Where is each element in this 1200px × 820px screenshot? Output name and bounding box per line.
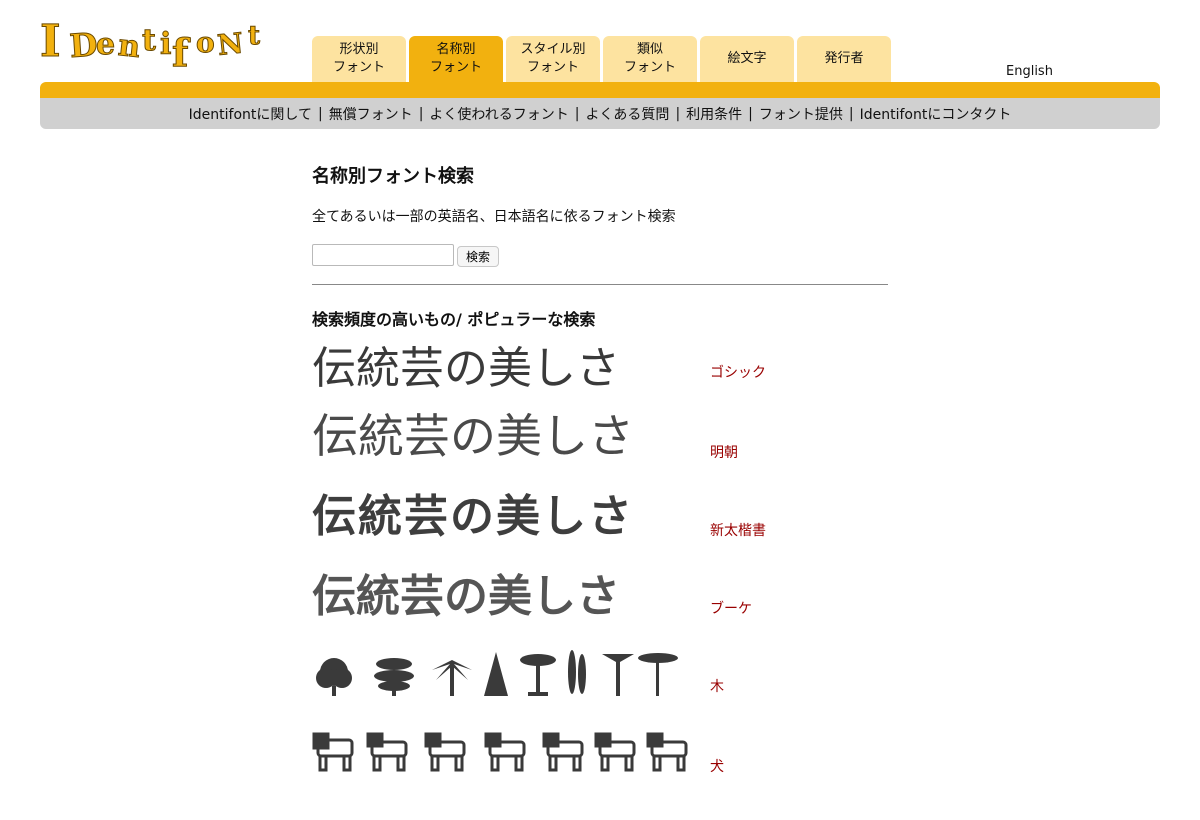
accent-bar <box>40 82 1160 98</box>
tab-similar[interactable]: 類似 フォント <box>603 36 697 82</box>
popular-link-tree[interactable]: 木 <box>710 676 724 696</box>
svg-text:t: t <box>248 21 260 51</box>
dog-icon <box>594 732 636 772</box>
dog-icon <box>542 732 584 772</box>
acacia-tree-icon <box>638 653 678 696</box>
nav-separator: | <box>317 105 323 122</box>
nav-separator: | <box>675 105 681 122</box>
svg-text:I: I <box>40 16 61 67</box>
tree-icon <box>602 654 634 696</box>
sample-mincho[interactable]: 伝統芸の美しさ <box>312 408 692 464</box>
nav-terms[interactable]: 利用条件 <box>686 104 742 124</box>
tab-label: フォント <box>332 60 385 75</box>
nav-contact[interactable]: Identifontにコンタクト <box>860 104 1012 124</box>
identifont-logo[interactable]: I D e n t i f o N t <box>38 10 278 76</box>
palm-tree-icon <box>432 660 472 696</box>
search-description: 全てあるいは一部の英語名、日本語名に依るフォント検索 <box>312 209 676 225</box>
dog-icon <box>312 732 354 772</box>
popular-heading: 検索頻度の高いもの/ ポピュラーな検索 <box>312 310 596 329</box>
nav-submit-font[interactable]: フォント提供 <box>759 104 843 124</box>
tab-label: フォント <box>526 60 579 75</box>
main-tabs: 形状別フォント 名称別フォント スタイル別フォント 類似フォント 絵文字 発行者 <box>312 36 891 82</box>
nav-separator: | <box>848 105 854 122</box>
tab-shape[interactable]: 形状別 フォント <box>312 36 406 82</box>
pine-tree-icon <box>484 652 508 696</box>
svg-text:n: n <box>117 28 143 65</box>
svg-text:t: t <box>142 23 156 58</box>
sample-bouquet[interactable]: 伝統芸の美しさ <box>312 570 692 624</box>
tab-label: フォント <box>623 60 676 75</box>
nav-separator: | <box>574 105 580 122</box>
tab-label: スタイル別 <box>520 42 586 57</box>
tab-label: 発行者 <box>824 51 864 66</box>
top-nav: Identifontに関して | 無償フォント | よく使われるフォント | よくある… <box>40 98 1160 129</box>
tab-name[interactable]: 名称別 フォント <box>409 36 503 82</box>
popular-link-bouquet[interactable]: ブーケ <box>710 598 752 618</box>
nav-faq[interactable]: よくある質問 <box>585 104 669 124</box>
tab-label: 類似 <box>636 42 663 57</box>
tab-label: 絵文字 <box>727 51 767 66</box>
tree-icon <box>316 658 352 696</box>
svg-text:o: o <box>196 26 215 59</box>
popular-link-dog[interactable]: 犬 <box>710 756 724 776</box>
svg-text:N: N <box>216 26 245 61</box>
svg-text:e: e <box>96 27 115 62</box>
tree-icon <box>520 654 556 696</box>
sample-brush[interactable]: 伝統芸の美しさ <box>312 490 692 544</box>
search-button[interactable]: 検索 <box>457 246 500 267</box>
dog-icon <box>646 732 688 772</box>
cypress-tree-icon <box>568 650 586 694</box>
nav-separator: | <box>748 105 753 122</box>
popular-link-brush[interactable]: 新太楷書 <box>710 520 766 540</box>
svg-text:i: i <box>160 27 171 62</box>
tab-label: 形状別 <box>339 42 379 57</box>
english-link[interactable]: English <box>1006 64 1053 79</box>
sample-dogs[interactable] <box>312 728 692 778</box>
dog-icon <box>484 732 526 772</box>
tab-label: 名称別 <box>436 42 476 57</box>
nav-popular-fonts[interactable]: よく使われるフォント <box>429 104 568 124</box>
dog-icon <box>424 732 466 772</box>
svg-text:f: f <box>172 30 191 75</box>
tab-publisher[interactable]: 発行者 <box>797 36 891 82</box>
popular-link-mincho[interactable]: 明朝 <box>710 442 738 462</box>
search-input[interactable] <box>312 244 454 266</box>
page-title: 名称別フォント検索 <box>312 166 474 187</box>
tab-style[interactable]: スタイル別 フォント <box>506 36 600 82</box>
tree-icon <box>374 658 414 696</box>
sample-gothic[interactable]: 伝統芸の美しさ <box>312 342 692 396</box>
dog-icon <box>366 732 408 772</box>
popular-link-gothic[interactable]: ゴシック <box>710 362 766 382</box>
tab-label: フォント <box>429 60 482 75</box>
nav-separator: | <box>418 105 424 122</box>
svg-text:D: D <box>68 25 98 65</box>
divider <box>312 284 888 285</box>
nav-about[interactable]: Identifontに関して <box>189 104 312 124</box>
sample-trees[interactable] <box>312 650 692 700</box>
nav-free-fonts[interactable]: 無償フォント <box>329 104 413 124</box>
tab-pictograms[interactable]: 絵文字 <box>700 36 794 82</box>
